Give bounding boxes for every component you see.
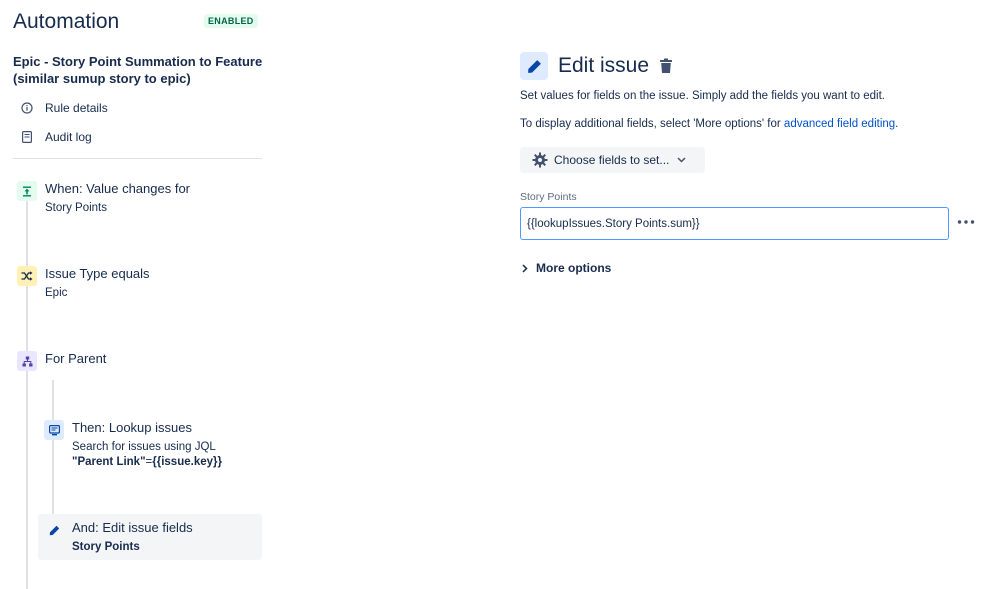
nav-audit-log-label: Audit log (45, 130, 92, 144)
shuffle-icon (17, 266, 37, 286)
rule-sidebar: Automation ENABLED Epic - Story Point Su… (0, 0, 275, 589)
divider (13, 158, 262, 159)
jql-value: {{issue.key}} (152, 456, 222, 468)
hierarchy-icon (17, 351, 37, 371)
more-options-toggle[interactable]: More options (522, 261, 611, 275)
step-trigger-title: When: Value changes for (45, 181, 191, 196)
choose-fields-button[interactable]: Choose fields to set... (520, 147, 705, 173)
step-condition-title: Issue Type equals (45, 266, 150, 281)
rule-title: Epic - Story Point Summation to Feature … (13, 54, 263, 86)
step-edit-selected[interactable]: And: Edit issue fields Story Points (38, 514, 262, 560)
more-options-label: More options (536, 261, 612, 275)
pencil-icon (44, 520, 64, 540)
document-icon (20, 130, 34, 144)
nav-rule-details[interactable]: Rule details (20, 98, 108, 118)
step-lookup-subtitle: Search for issues using JQL (72, 441, 216, 453)
flow-line (26, 200, 28, 589)
step-branch[interactable]: For Parent (17, 351, 106, 371)
nav-audit-log[interactable]: Audit log (20, 127, 92, 147)
advanced-field-editing-link[interactable]: advanced field editing (784, 118, 895, 130)
status-badge: ENABLED (204, 14, 258, 28)
step-trigger[interactable]: When: Value changes for Story Points (17, 181, 190, 216)
panel-description: Set values for fields on the issue. Simp… (520, 90, 886, 102)
step-branch-title: For Parent (45, 351, 107, 366)
chevron-down-icon (677, 157, 686, 163)
step-lookup-jql: "Parent Link"={{issue.key}} (72, 455, 222, 470)
story-points-label: Story Points (520, 191, 577, 203)
step-condition[interactable]: Issue Type equals Epic (17, 266, 150, 301)
step-lookup-title: Then: Lookup issues (72, 420, 192, 435)
panel-header: Edit issue (520, 52, 673, 80)
lookup-icon (44, 420, 64, 440)
pencil-icon (520, 52, 548, 80)
panel-title: Edit issue (558, 54, 650, 77)
desc-prefix: To display additional fields, select 'Mo… (520, 118, 784, 130)
choose-fields-label: Choose fields to set... (554, 153, 670, 167)
chevron-right-icon (522, 263, 528, 273)
trigger-icon (17, 181, 37, 201)
gear-icon (532, 152, 548, 168)
trash-icon[interactable] (659, 58, 673, 74)
desc-suffix: . (895, 118, 899, 130)
info-icon (20, 101, 34, 115)
page-title: Automation (13, 10, 120, 33)
panel-description-advanced: To display additional fields, select 'Mo… (520, 118, 898, 130)
nav-rule-details-label: Rule details (45, 101, 108, 115)
step-trigger-subtitle: Story Points (45, 202, 107, 214)
story-points-input[interactable]: {{lookupIssues.Story Points.sum}} (520, 207, 949, 240)
jql-field: "Parent Link" (72, 456, 146, 468)
step-condition-subtitle: Epic (45, 287, 68, 299)
step-lookup[interactable]: Then: Lookup issues Search for issues us… (44, 420, 222, 470)
more-actions-icon[interactable] (956, 216, 976, 228)
step-edit-title: And: Edit issue fields (72, 520, 193, 535)
step-edit-subtitle: Story Points (72, 541, 140, 553)
